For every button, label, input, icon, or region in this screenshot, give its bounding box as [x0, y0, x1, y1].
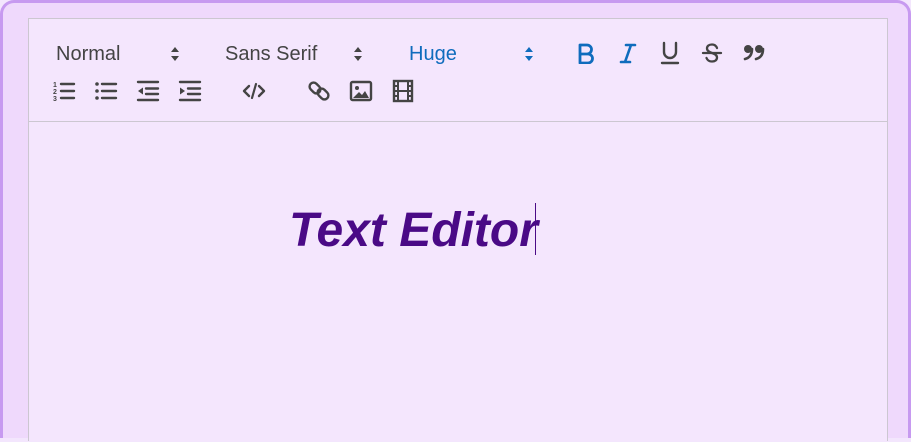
video-icon — [392, 79, 414, 103]
code-block-icon — [242, 82, 266, 100]
size-picker-label: Huge — [409, 42, 457, 65]
editor-toolbar: Normal Sans Serif Huge 1 2 3 — [29, 19, 887, 122]
blockquote-button[interactable] — [740, 39, 768, 67]
italic-icon — [619, 43, 637, 64]
ordered-list-icon: 1 2 3 — [53, 82, 76, 103]
underline-button[interactable] — [656, 39, 684, 67]
svg-text:3: 3 — [53, 96, 57, 103]
bullet-list-icon — [95, 82, 118, 100]
header-picker[interactable]: Normal — [56, 39, 186, 69]
editor-heading-text[interactable]: Text Editor — [289, 202, 538, 260]
italic-button[interactable] — [614, 39, 642, 67]
image-button[interactable] — [347, 77, 375, 105]
indent-icon — [178, 80, 202, 102]
bold-button[interactable] — [572, 39, 600, 67]
size-picker[interactable]: Huge — [409, 39, 539, 69]
image-icon — [349, 80, 373, 102]
underline-icon — [660, 41, 680, 65]
up-down-arrows-icon — [354, 47, 362, 61]
text-cursor — [534, 203, 536, 256]
editor-frame: Normal Sans Serif Huge 1 2 3 Text Editor — [0, 0, 911, 441]
rich-text-editor: Normal Sans Serif Huge 1 2 3 Text Editor — [28, 18, 888, 441]
video-button[interactable] — [389, 77, 417, 105]
outdent-button[interactable] — [134, 77, 162, 105]
outdent-icon — [136, 80, 160, 102]
up-down-arrows-icon — [171, 47, 179, 61]
blockquote-icon — [743, 45, 765, 61]
ordered-list-button[interactable]: 1 2 3 — [50, 77, 78, 105]
svg-text:1: 1 — [53, 82, 57, 89]
font-picker-label: Sans Serif — [225, 42, 318, 65]
svg-text:2: 2 — [53, 89, 57, 96]
strikethrough-button[interactable] — [698, 39, 726, 67]
up-down-arrows-icon — [525, 47, 533, 61]
bold-icon — [578, 43, 594, 64]
header-picker-label: Normal — [56, 42, 121, 65]
editor-content-area[interactable]: Text Editor — [29, 122, 887, 442]
link-button[interactable] — [305, 77, 333, 105]
strikethrough-icon — [701, 43, 723, 63]
bullet-list-button[interactable] — [92, 77, 120, 105]
code-block-button[interactable] — [240, 77, 268, 105]
font-picker[interactable]: Sans Serif — [225, 39, 370, 69]
indent-button[interactable] — [176, 77, 204, 105]
heading-text: Text Editor — [289, 204, 538, 257]
link-icon — [308, 81, 330, 101]
